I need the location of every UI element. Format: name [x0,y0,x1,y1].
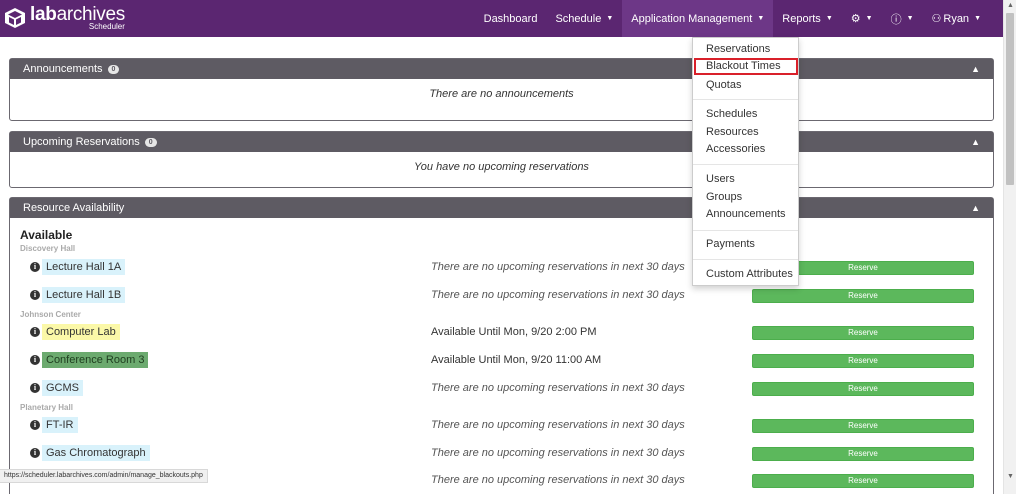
resource-name[interactable]: Gas Chromatograph [42,445,150,461]
chevron-down-icon: ▼ [606,15,614,22]
resource-name[interactable]: Computer Lab [42,324,120,340]
resource-name[interactable]: Lecture Hall 1B [42,287,126,303]
labarchives-logo-icon [5,8,25,28]
menu-item-announcements[interactable]: Announcements [706,208,786,220]
reserve-button[interactable]: Reserve [752,382,974,396]
chevron-up-icon[interactable]: ▲ [971,64,980,74]
brand-logo[interactable]: labarchives Scheduler [4,5,125,31]
resource-row: i Conference Room 3 Available Until Mon,… [10,352,993,370]
info-icon[interactable]: i [30,262,40,272]
resource-name[interactable]: Lecture Hall 1A [42,259,126,275]
scroll-down-icon[interactable]: ▼ [1007,473,1014,480]
chevron-down-icon: ▼ [825,15,833,22]
resource-status: There are no upcoming reservations in ne… [431,289,685,301]
resource-status: There are no upcoming reservations in ne… [431,261,685,273]
nav-dashboard[interactable]: Dashboard [475,0,547,37]
menu-item-custom-attributes[interactable]: Custom Attributes [706,268,793,280]
resource-row: i FT-IR There are no upcoming reservatio… [10,417,993,435]
reserve-button[interactable]: Reserve [752,289,974,303]
nav-reports[interactable]: Reports ▼ [773,0,841,37]
gear-icon: ⚙ [850,13,861,25]
resource-name[interactable]: FT-IR [42,417,78,433]
scroll-up-icon[interactable]: ▲ [1007,2,1014,9]
menu-item-payments[interactable]: Payments [706,238,755,250]
group-label: Johnson Center [20,310,81,319]
resource-name[interactable]: GCMS [42,380,83,396]
nav-settings[interactable]: ⚙ ▼ [842,0,882,37]
info-icon[interactable]: i [30,383,40,393]
upcoming-reservations-header[interactable]: Upcoming Reservations 0 ▲ [10,132,993,152]
page-scrollbar[interactable]: ▲ ▼ [1003,0,1016,494]
upcoming-count-badge: 0 [144,137,157,147]
info-icon[interactable]: i [30,448,40,458]
resource-availability-title: Resource Availability [23,202,125,214]
reserve-button[interactable]: Reserve [752,447,974,461]
menu-item-quotas[interactable]: Quotas [706,79,741,91]
menu-item-users[interactable]: Users [706,173,735,185]
browser-status-url: https://scheduler.labarchives.com/admin/… [0,469,208,483]
resource-availability-panel: Resource Availability ▲ Available Discov… [9,197,994,494]
reserve-button[interactable]: Reserve [752,474,974,488]
nav-schedule[interactable]: Schedule ▼ [546,0,622,37]
menu-item-resources[interactable]: Resources [706,126,759,138]
menu-item-blackout-times[interactable]: Blackout Times [694,58,798,75]
resource-status: There are no upcoming reservations in ne… [431,447,685,459]
announcements-count-badge: 0 [107,64,120,74]
chevron-up-icon[interactable]: ▲ [971,203,980,213]
info-icon[interactable]: i [30,420,40,430]
menu-item-accessories[interactable]: Accessories [706,143,765,155]
menu-item-schedules[interactable]: Schedules [706,108,757,120]
resource-name[interactable]: Conference Room 3 [42,352,149,368]
announcements-panel: Announcements 0 ▲ There are no announcem… [9,58,994,121]
group-label: Discovery Hall [20,244,76,253]
nav-help[interactable]: ⓘ ▼ [882,0,923,37]
upcoming-reservations-panel: Upcoming Reservations 0 ▲ You have no up… [9,131,994,188]
resource-status: Available Until Mon, 9/20 2:00 PM [431,326,597,338]
menu-divider [693,164,798,165]
resource-row: i Lecture Hall 1A There are no upcoming … [10,259,993,277]
resource-row: i Gas Chromatograph There are no upcomin… [10,445,993,463]
resource-status: There are no upcoming reservations in ne… [431,474,685,486]
resource-row: i Lecture Hall 1B There are no upcoming … [10,287,993,305]
application-management-dropdown: Reservations Blackout Times Quotas Sched… [692,37,799,286]
reserve-button[interactable]: Reserve [752,354,974,368]
chevron-down-icon: ▼ [906,15,914,22]
brand-subtitle: Scheduler [88,22,125,31]
resource-status: There are no upcoming reservations in ne… [431,382,685,394]
resource-row: i GCMS There are no upcoming reservation… [10,380,993,398]
available-heading: Available [20,228,73,242]
group-label: Planetary Hall [20,403,73,412]
nav-user-menu[interactable]: ⚇ Ryan ▼ [923,0,991,37]
resource-status: Available Until Mon, 9/20 11:00 AM [431,354,602,366]
resource-status: There are no upcoming reservations in ne… [431,419,685,431]
reserve-button[interactable]: Reserve [752,419,974,433]
menu-divider [693,259,798,260]
upcoming-reservations-title: Upcoming Reservations [23,136,140,148]
announcements-title: Announcements [23,63,103,75]
menu-item-reservations[interactable]: Reservations [706,43,770,55]
info-icon[interactable]: i [30,355,40,365]
announcements-empty-message: There are no announcements [429,88,574,100]
menu-item-groups[interactable]: Groups [706,191,742,203]
reserve-button[interactable]: Reserve [752,326,974,340]
menu-divider [693,230,798,231]
chevron-down-icon: ▼ [865,15,873,22]
user-icon: ⚇ [931,13,942,25]
resource-availability-header[interactable]: Resource Availability ▲ [10,198,993,218]
info-icon[interactable]: i [30,290,40,300]
chevron-up-icon[interactable]: ▲ [971,137,980,147]
scroll-thumb[interactable] [1006,13,1014,185]
info-icon[interactable]: i [30,327,40,337]
resource-row: i Computer Lab Available Until Mon, 9/20… [10,324,993,342]
upcoming-empty-message: You have no upcoming reservations [414,161,589,173]
announcements-header[interactable]: Announcements 0 ▲ [10,59,993,79]
top-navbar: labarchives Scheduler Dashboard Schedule… [0,0,1003,37]
chevron-down-icon: ▼ [974,15,981,22]
menu-divider [693,99,798,100]
chevron-down-icon: ▼ [757,15,765,22]
nav-application-management[interactable]: Application Management ▼ [622,0,774,37]
info-circle-icon: ⓘ [890,13,902,26]
